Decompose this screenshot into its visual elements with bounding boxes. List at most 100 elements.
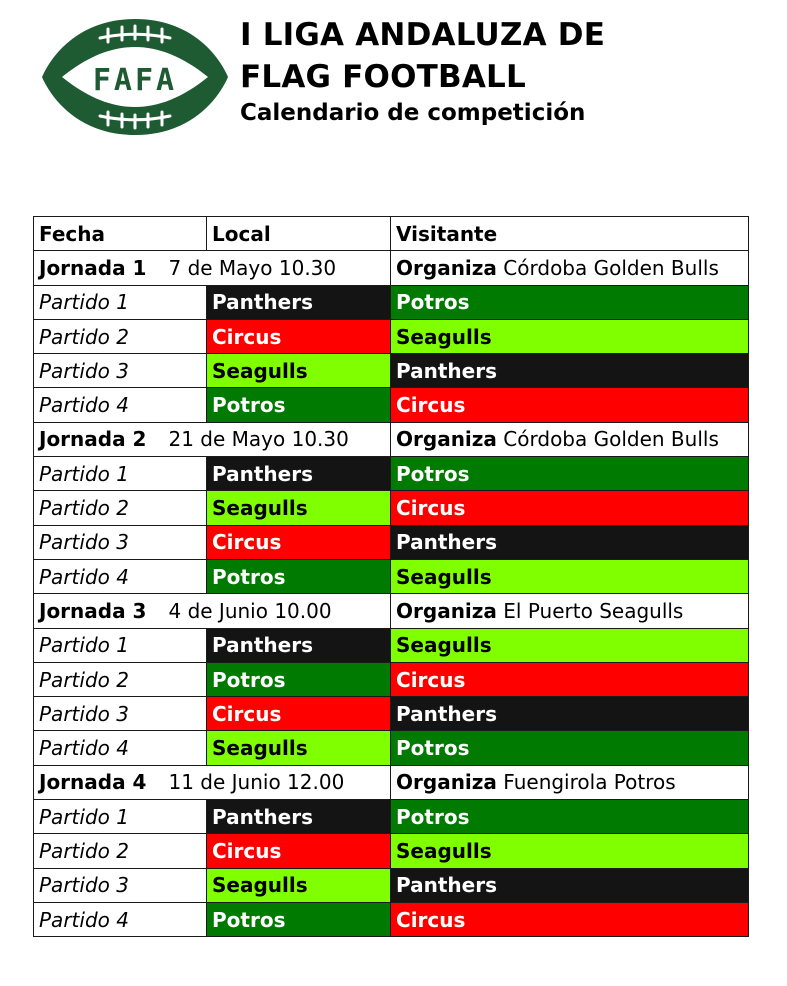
jornada-cell: Jornada 2 21 de Mayo 10.30 bbox=[32, 421, 392, 458]
header-fecha: Fecha bbox=[33, 215, 207, 252]
jornada-name: Jornada 4 bbox=[39, 770, 147, 795]
organiza-label: Organiza bbox=[396, 770, 497, 795]
local-team: Panthers bbox=[205, 284, 392, 320]
local-team: Panthers bbox=[205, 799, 392, 835]
local-team: Seagulls bbox=[205, 490, 392, 526]
header-row: Fecha Local Visitante bbox=[33, 215, 750, 252]
visitante-team: Seagulls bbox=[390, 627, 750, 663]
partido-label: Partido 2 bbox=[33, 833, 207, 869]
visitante-team: Circus bbox=[390, 387, 750, 423]
visitante-team: Potros bbox=[390, 799, 750, 835]
jornada-name: Jornada 3 bbox=[39, 598, 147, 623]
match-row: Partido 4 Potros Seagulls bbox=[33, 558, 750, 595]
match-row: Partido 4 Seagulls Potros bbox=[33, 730, 750, 766]
partido-label: Partido 2 bbox=[33, 318, 207, 355]
visitante-team: Potros bbox=[390, 284, 750, 320]
header-visitante: Visitante bbox=[390, 215, 750, 252]
match-row: Partido 1 Panthers Potros bbox=[33, 284, 750, 320]
jornada-name: Jornada 2 bbox=[39, 427, 147, 452]
match-row: Partido 4 Potros Circus bbox=[33, 901, 750, 938]
partido-label: Partido 2 bbox=[33, 490, 207, 526]
local-team: Seagulls bbox=[205, 867, 392, 903]
visitante-team: Panthers bbox=[390, 867, 750, 903]
jornada-cell: Jornada 3 4 de Junio 10.00 bbox=[32, 593, 392, 629]
visitante-team: Seagulls bbox=[390, 318, 750, 355]
match-row: Partido 2 Seagulls Circus bbox=[33, 490, 750, 526]
partido-label: Partido 1 bbox=[33, 284, 207, 320]
partido-label: Partido 3 bbox=[33, 353, 207, 389]
schedule-body: Fecha Local Visitante Jornada 1 7 de Mayo… bbox=[32, 215, 750, 938]
organiza-label: Organiza bbox=[396, 255, 497, 280]
subtitle: Calendario de competición bbox=[240, 100, 586, 126]
header-local: Local bbox=[205, 215, 392, 252]
partido-label: Partido 3 bbox=[33, 524, 207, 560]
visitante-team: Circus bbox=[390, 901, 750, 938]
local-team: Circus bbox=[205, 318, 392, 355]
partido-label: Partido 3 bbox=[33, 696, 207, 732]
schedule-table: Fecha Local Visitante Jornada 1 7 de Mayo… bbox=[32, 215, 750, 938]
jornada-date: 11 de Junio 12.00 bbox=[168, 770, 345, 795]
match-row: Partido 3 Seagulls Panthers bbox=[33, 353, 750, 389]
visitante-team: Potros bbox=[390, 730, 750, 766]
jornada-cell: Jornada 1 7 de Mayo 10.30 bbox=[32, 250, 392, 286]
partido-label: Partido 1 bbox=[33, 456, 207, 492]
partido-label: Partido 1 bbox=[33, 799, 207, 835]
partido-label: Partido 4 bbox=[33, 730, 207, 766]
visitante-team: Circus bbox=[390, 661, 750, 698]
organiza-host: El Puerto Seagulls bbox=[503, 598, 684, 623]
title-line-2: FLAG FOOTBALL bbox=[240, 59, 526, 95]
match-row: Partido 3 Circus Panthers bbox=[33, 696, 750, 732]
partido-label: Partido 3 bbox=[33, 867, 207, 903]
organiza-cell: Organiza El Puerto Seagulls bbox=[390, 593, 750, 629]
match-row: Partido 1 Panthers Potros bbox=[33, 799, 750, 835]
partido-label: Partido 4 bbox=[33, 901, 207, 938]
local-team: Panthers bbox=[205, 627, 392, 663]
visitante-team: Panthers bbox=[390, 524, 750, 560]
organiza-cell: Organiza Córdoba Golden Bulls bbox=[390, 250, 750, 286]
organiza-label: Organiza bbox=[396, 427, 497, 452]
match-row: Partido 3 Circus Panthers bbox=[33, 524, 750, 560]
organiza-host: Fuengirola Potros bbox=[503, 770, 676, 795]
jornada-date: 7 de Mayo 10.30 bbox=[168, 255, 337, 280]
local-team: Potros bbox=[205, 901, 392, 938]
jornada-name: Jornada 1 bbox=[39, 255, 147, 280]
organiza-host: Córdoba Golden Bulls bbox=[503, 255, 719, 280]
match-row: Partido 1 Panthers Seagulls bbox=[33, 627, 750, 663]
organiza-cell: Organiza Córdoba Golden Bulls bbox=[390, 421, 750, 458]
title-line-1: I LIGA ANDALUZA DE bbox=[240, 17, 606, 53]
local-team: Seagulls bbox=[205, 730, 392, 766]
local-team: Potros bbox=[205, 558, 392, 595]
local-team: Seagulls bbox=[205, 353, 392, 389]
local-team: Circus bbox=[205, 833, 392, 869]
jornada-row: Jornada 1 7 de Mayo 10.30 Organiza Córdoba… bbox=[32, 250, 750, 286]
jornada-date: 4 de Junio 10.00 bbox=[168, 598, 332, 623]
local-team: Panthers bbox=[205, 456, 392, 492]
local-team: Circus bbox=[205, 524, 392, 560]
local-team: Potros bbox=[205, 387, 392, 423]
local-team: Potros bbox=[205, 661, 392, 698]
match-row: Partido 2 Circus Seagulls bbox=[33, 833, 750, 869]
match-row: Partido 4 Potros Circus bbox=[33, 387, 750, 423]
logo-text: FAFA bbox=[93, 63, 177, 98]
jornada-date: 21 de Mayo 10.30 bbox=[168, 427, 349, 452]
partido-label: Partido 2 bbox=[33, 661, 207, 698]
match-row: Partido 2 Potros Circus bbox=[33, 661, 750, 698]
match-row: Partido 3 Seagulls Panthers bbox=[33, 867, 750, 903]
partido-label: Partido 4 bbox=[33, 387, 207, 423]
title-block: I LIGA ANDALUZA DE FLAG FOOTBALL Calenda… bbox=[240, 14, 605, 128]
visitante-team: Circus bbox=[390, 490, 750, 526]
organiza-label: Organiza bbox=[396, 598, 497, 623]
visitante-team: Seagulls bbox=[390, 558, 750, 595]
jornada-row: Jornada 4 11 de Junio 12.00 Organiza Fueng… bbox=[32, 764, 750, 801]
visitante-team: Seagulls bbox=[390, 833, 750, 869]
jornada-cell: Jornada 4 11 de Junio 12.00 bbox=[32, 764, 392, 801]
jornada-row: Jornada 3 4 de Junio 10.00 Organiza El Pue… bbox=[32, 593, 750, 629]
organiza-cell: Organiza Fuengirola Potros bbox=[390, 764, 750, 801]
partido-label: Partido 4 bbox=[33, 558, 207, 595]
visitante-team: Panthers bbox=[390, 353, 750, 389]
organiza-host: Córdoba Golden Bulls bbox=[503, 427, 719, 452]
jornada-row: Jornada 2 21 de Mayo 10.30 Organiza Córdob… bbox=[32, 421, 750, 458]
match-row: Partido 2 Circus Seagulls bbox=[33, 318, 750, 355]
visitante-team: Panthers bbox=[390, 696, 750, 732]
local-team: Circus bbox=[205, 696, 392, 732]
